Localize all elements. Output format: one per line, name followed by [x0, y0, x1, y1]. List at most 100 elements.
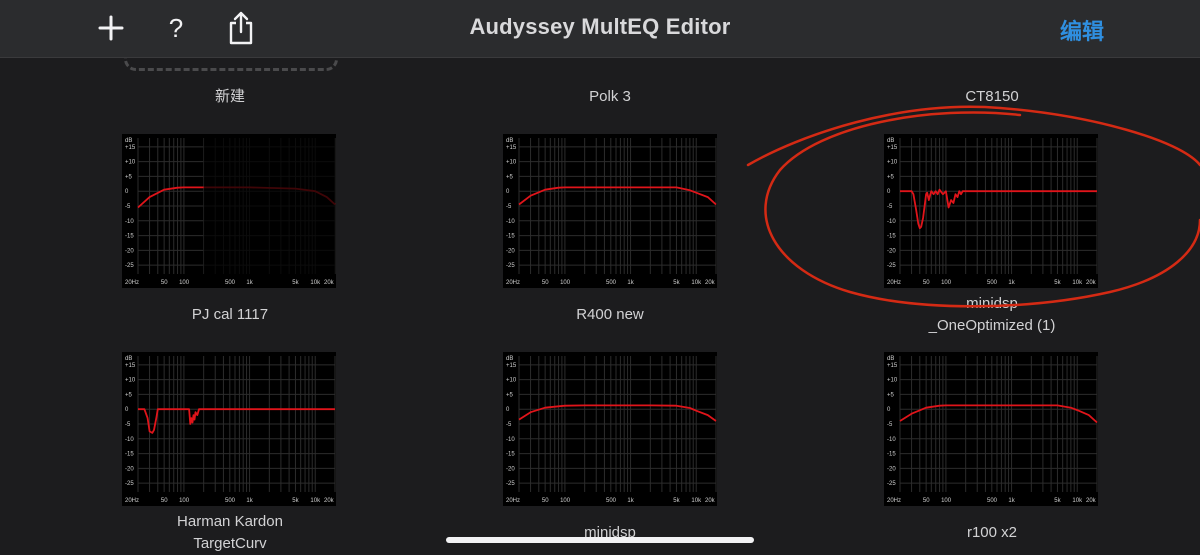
x-tick-label: 500	[225, 498, 236, 504]
y-tick-label: -20	[887, 466, 896, 472]
y-tick-label: -10	[506, 437, 515, 443]
y-tick-label: -25	[506, 263, 515, 269]
y-tick-label: dB	[887, 356, 894, 362]
x-tick-label: 100	[941, 280, 952, 286]
tile-label-line2: _OneOptimized (1)	[928, 317, 1056, 334]
navigation-bar: ? Audyssey MultEQ Editor 编辑	[0, 0, 1200, 58]
eq-curve-chart: dB+15+10+50-5-10-15-20-2520Hz501005001k5…	[503, 134, 717, 288]
y-tick-label: +10	[125, 160, 136, 166]
y-tick-label: -5	[887, 204, 893, 210]
eq-curve-chart: dB+15+10+50-5-10-15-20-2520Hz501005001k5…	[503, 352, 717, 506]
y-tick-label: +5	[887, 392, 895, 398]
y-tick-label: -10	[125, 437, 134, 443]
x-tick-label: 1k	[1008, 498, 1015, 504]
tile-label-pj-cal-1117: PJ cal 1117	[191, 306, 269, 323]
y-tick-label: -20	[506, 248, 515, 254]
y-tick-label: dB	[506, 138, 513, 144]
y-tick-label: -5	[887, 422, 893, 428]
tile-label-r400-new: R400 new	[576, 306, 644, 323]
y-tick-label: -5	[125, 204, 131, 210]
profile-thumbnail-minidsp-oneoptimized[interactable]: dB +15 +10 +5 0 -5 -10 -15 -20 -25 20Hz 50 100 500 1k 5…	[884, 134, 1098, 288]
x-tick-label: 10k	[691, 498, 702, 504]
x-tick-label: 20Hz	[887, 280, 901, 286]
tile-label-line2: TargetCurv	[193, 535, 267, 552]
tile-label-minidsp-oneoptimized: minidsp _OneOptimized (1)	[842, 293, 1142, 337]
x-tick-label: 10k	[691, 280, 702, 286]
x-tick-label: 10k	[310, 280, 321, 286]
y-tick-label: -15	[887, 452, 896, 458]
x-tick-label: 20Hz	[887, 498, 901, 504]
x-tick-label: 1k	[627, 498, 634, 504]
x-tick-label: 500	[987, 498, 998, 504]
y-tick-label: +15	[887, 363, 898, 369]
x-tick-label: 1k	[627, 280, 634, 286]
y-tick-label: -15	[887, 234, 896, 240]
y-tick-label: +10	[506, 160, 517, 166]
y-tick-label: dB	[125, 138, 132, 144]
x-tick-label: 20k	[705, 498, 716, 504]
y-tick-label: -5	[125, 422, 131, 428]
x-tick-label: 50	[161, 498, 168, 504]
y-tick-label: +10	[506, 378, 517, 384]
y-tick-label: -5	[506, 422, 512, 428]
profile-thumbnail-harman-kardon[interactable]: dB +15 +10 +5 0 -5 -10 -15 -20 -25 20Hz 50 100 500 1k 5…	[122, 352, 336, 506]
y-tick-label: -10	[887, 437, 896, 443]
profile-thumbnail-pj-cal-1117[interactable]: dB +15 +10 +5 0 -5 -10 -15 -20 -25 20Hz 50 100 500 1k 5…	[122, 134, 336, 288]
edit-button[interactable]: 编辑	[1060, 14, 1104, 46]
x-tick-label: 1k	[246, 498, 253, 504]
y-tick-label: +10	[887, 378, 898, 384]
x-tick-label: 20Hz	[506, 498, 520, 504]
x-tick-label: 5k	[673, 280, 680, 286]
x-tick-label: 10k	[1072, 498, 1083, 504]
home-indicator[interactable]	[446, 537, 754, 543]
x-tick-label: 20k	[324, 280, 335, 286]
tile-label-ct8150: CT8150	[965, 88, 1019, 105]
y-tick-label: -25	[887, 481, 896, 487]
x-tick-label: 50	[542, 498, 549, 504]
profile-thumbnail-r400-new[interactable]: dB +15 +10 +5 0 -5 -10 -15 -20 -25 20Hz 50 100 500 1k 5…	[503, 134, 717, 288]
x-tick-label: 5k	[673, 498, 680, 504]
tile-label-line1: minidsp	[966, 295, 1018, 312]
y-tick-label: -15	[506, 234, 515, 240]
x-tick-label: 50	[161, 280, 168, 286]
x-tick-label: 50	[923, 498, 930, 504]
y-tick-label: -15	[506, 452, 515, 458]
y-tick-label: -20	[125, 466, 134, 472]
x-tick-label: 20Hz	[506, 280, 520, 286]
x-tick-label: 1k	[246, 280, 253, 286]
y-tick-label: +10	[125, 378, 136, 384]
y-tick-label: -25	[887, 263, 896, 269]
y-tick-label: dB	[506, 356, 513, 362]
y-tick-label: -10	[887, 219, 896, 225]
y-tick-label: +5	[506, 392, 514, 398]
y-tick-label: +15	[887, 145, 898, 151]
x-tick-label: 500	[606, 280, 617, 286]
x-tick-label: 100	[941, 498, 952, 504]
tile-label-polk-3: Polk 3	[589, 88, 631, 105]
profile-thumbnail-r100-x2[interactable]: dB +15 +10 +5 0 -5 -10 -15 -20 -25 20Hz 50 100 500 1k 5…	[884, 352, 1098, 506]
x-tick-label: 100	[179, 280, 190, 286]
y-tick-label: -15	[125, 234, 134, 240]
y-tick-label: +10	[887, 160, 898, 166]
y-tick-label: dB	[887, 138, 894, 144]
y-tick-label: -25	[125, 481, 134, 487]
x-tick-label: 10k	[310, 498, 321, 504]
x-tick-label: 5k	[292, 280, 299, 286]
x-tick-label: 500	[606, 498, 617, 504]
tile-label-new: 新建	[214, 88, 245, 105]
x-tick-label: 10k	[1072, 280, 1083, 286]
y-tick-label: -25	[506, 481, 515, 487]
x-tick-label: 20Hz	[125, 498, 139, 504]
page-title: Audyssey MultEQ Editor	[469, 14, 731, 39]
y-tick-label: -20	[125, 248, 134, 254]
dimmed-region	[203, 138, 335, 274]
profile-thumbnail-minidsp[interactable]: dB +15 +10 +5 0 -5 -10 -15 -20 -25 20Hz 50 100 500 1k 5…	[503, 352, 717, 506]
x-tick-label: 20k	[705, 280, 716, 286]
y-tick-label: +15	[506, 363, 517, 369]
y-tick-label: -10	[506, 219, 515, 225]
eq-curve-chart: dB+15+10+50-5-10-15-20-2520Hz501005001k5…	[884, 352, 1098, 506]
y-tick-label: +15	[506, 145, 517, 151]
x-tick-label: 100	[179, 498, 190, 504]
x-tick-label: 50	[923, 280, 930, 286]
y-tick-label: -25	[125, 263, 134, 269]
